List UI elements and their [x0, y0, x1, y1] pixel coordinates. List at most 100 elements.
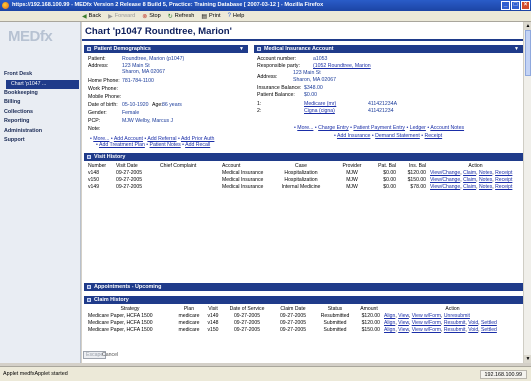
- sidebar-item-bookkeeping[interactable]: Bookkeeping: [0, 89, 81, 99]
- address-line2: Sharon, MA 02067: [122, 69, 165, 75]
- sidebar-item-billing[interactable]: Billing: [0, 98, 81, 108]
- vertical-scrollbar[interactable]: ▲ ▼: [523, 22, 531, 363]
- receipt-link[interactable]: Receipt: [495, 170, 512, 176]
- ledger-link[interactable]: Ledger: [410, 125, 426, 131]
- ins-address-line2: Sharon, MA 02067: [293, 77, 336, 83]
- maximize-button[interactable]: □: [511, 1, 520, 10]
- notes-link[interactable]: Notes: [479, 170, 492, 176]
- dropdown-arrow-icon[interactable]: ▼: [514, 45, 519, 53]
- visit-history-header[interactable]: Visit History: [84, 153, 523, 161]
- stop-button[interactable]: ⊗ Stop: [142, 13, 161, 20]
- visit-number: v149: [88, 184, 100, 191]
- claim-link[interactable]: Claim: [463, 184, 476, 190]
- sidebar-item-reporting[interactable]: Reporting: [0, 117, 81, 127]
- claim-strategy: Medicare Paper, HCFA 1500: [88, 327, 153, 334]
- table-row: Medicare Paper, HCFA 1500 medicare v148 …: [86, 319, 523, 326]
- claim-link[interactable]: Claim: [463, 177, 476, 183]
- refresh-button[interactable]: ↻ Refresh: [168, 13, 195, 20]
- back-button[interactable]: ◀ Back: [82, 13, 101, 20]
- patient-payment-entry-link[interactable]: Patient Payment Entry: [353, 125, 405, 131]
- insurance-header[interactable]: Medical Insurance Account ▼: [254, 45, 523, 53]
- account-notes-link[interactable]: Account Notes: [430, 125, 464, 131]
- view-change-link[interactable]: View/Change: [430, 177, 460, 183]
- visit-actions: View/Change, Claim, Notes, Receipt: [430, 169, 513, 176]
- view-with-form-link[interactable]: View w/Form: [412, 313, 441, 319]
- responsible-party-link[interactable]: (1052 Roundtree, Marion: [313, 63, 371, 69]
- sidebar-item-administration[interactable]: Administration: [0, 127, 81, 137]
- view-with-form-link[interactable]: View w/Form: [412, 320, 441, 326]
- collapse-icon: [87, 285, 91, 289]
- notes-link[interactable]: Notes: [479, 184, 492, 190]
- column-header: Provider: [342, 162, 362, 169]
- claim-dos: 09-27-2005: [233, 327, 261, 334]
- view-link[interactable]: View: [398, 327, 409, 333]
- insurance-2-id: 411421234: [368, 108, 394, 114]
- add-insurance-link[interactable]: Add Insurance: [337, 133, 370, 139]
- sidebar-item-chart[interactable]: Chart 'p1047 ...: [6, 79, 79, 89]
- insurance-2-link[interactable]: Cigna (cigna): [304, 108, 335, 114]
- notes-link[interactable]: Notes: [479, 177, 492, 183]
- sidebar-item-support[interactable]: Support: [0, 136, 81, 146]
- forward-button[interactable]: ▶ Forward: [108, 13, 135, 20]
- dropdown-arrow-icon[interactable]: ▼: [239, 45, 244, 53]
- table-header-row: Strategy Plan Visit Date of Service Clai…: [86, 305, 523, 312]
- visit-date: 09-27-2005: [116, 169, 143, 176]
- settled-link[interactable]: Settled: [481, 327, 497, 333]
- align-link[interactable]: Align: [384, 327, 395, 333]
- sidebar-item-front-desk[interactable]: Front Desk: [0, 70, 81, 80]
- receipt-link[interactable]: Receipt: [495, 184, 512, 190]
- align-link[interactable]: Align: [384, 313, 395, 319]
- chief-complaint: [158, 169, 220, 176]
- collapse-icon: [87, 298, 91, 302]
- print-button[interactable]: ▤ Print: [201, 13, 220, 20]
- patient-notes-link[interactable]: Patient Notes: [150, 142, 181, 148]
- claim-history-header[interactable]: Claim History: [84, 296, 523, 304]
- demand-statement-link[interactable]: Demand Statement: [375, 133, 420, 139]
- view-link[interactable]: View: [398, 313, 409, 319]
- ins-more-link[interactable]: More...: [297, 125, 313, 131]
- scroll-thumb[interactable]: [525, 30, 531, 76]
- claim-visit: v149: [207, 312, 219, 319]
- sidebar-item-collections[interactable]: Collections: [0, 108, 81, 118]
- resubmit-link[interactable]: Resubmit: [444, 320, 466, 326]
- view-with-form-link[interactable]: View w/Form: [412, 327, 441, 333]
- column-header: Claim Date: [280, 305, 306, 312]
- settled-link[interactable]: Settled: [481, 320, 497, 326]
- view-change-link[interactable]: View/Change: [430, 170, 460, 176]
- insurance-1-number: 1:: [257, 101, 262, 107]
- view-change-link[interactable]: View/Change: [430, 184, 460, 190]
- view-link[interactable]: View: [398, 320, 409, 326]
- minimize-button[interactable]: _: [501, 1, 510, 10]
- column-header: Status: [327, 305, 343, 312]
- receipt-link[interactable]: Receipt: [495, 177, 512, 183]
- insurance-1-link[interactable]: Medicare (mr): [304, 101, 336, 107]
- appointments-header[interactable]: Appointments - Upcoming: [84, 283, 523, 291]
- window-title: https://192.168.100.99 - MEDfx Version 2…: [12, 2, 324, 8]
- help-button[interactable]: ? Help: [228, 13, 245, 19]
- scroll-up-icon[interactable]: ▲: [524, 22, 531, 30]
- unresubmit-link[interactable]: Unresubmit: [444, 313, 470, 319]
- visit-provider: MJW: [346, 184, 358, 191]
- column-header: Chief Complaint: [160, 162, 197, 169]
- visit-pat-bal: $0.00: [383, 169, 396, 176]
- void-link[interactable]: Void: [468, 327, 478, 333]
- receipt-link[interactable]: Receipt: [425, 133, 443, 139]
- demographics-header[interactable]: Patient Demographics ▼: [84, 45, 248, 53]
- visit-case: Hospitalization: [284, 176, 318, 183]
- visit-ins-bal: $78.00: [410, 184, 426, 191]
- charge-entry-link[interactable]: Charge Entry: [318, 125, 349, 131]
- print-label: Print: [209, 13, 221, 19]
- close-button[interactable]: ×: [521, 1, 530, 10]
- add-treatment-plan-link[interactable]: Add Treatment Plan: [99, 142, 145, 148]
- table-row: v148 09-27-2005 Medical Insurance Hospit…: [86, 169, 523, 176]
- scroll-down-icon[interactable]: ▼: [524, 355, 531, 363]
- resubmit-link[interactable]: Resubmit: [444, 327, 466, 333]
- align-link[interactable]: Align: [384, 320, 395, 326]
- visit-date: 09-27-2005: [116, 176, 143, 183]
- claim-link[interactable]: Claim: [463, 170, 476, 176]
- cancel-link[interactable]: Cancel: [102, 351, 118, 359]
- appointments-title: Appointments - Upcoming: [94, 284, 162, 290]
- void-link[interactable]: Void: [468, 320, 478, 326]
- claim-plan: medicare: [178, 319, 200, 326]
- add-recall-link[interactable]: Add Recall: [185, 142, 210, 148]
